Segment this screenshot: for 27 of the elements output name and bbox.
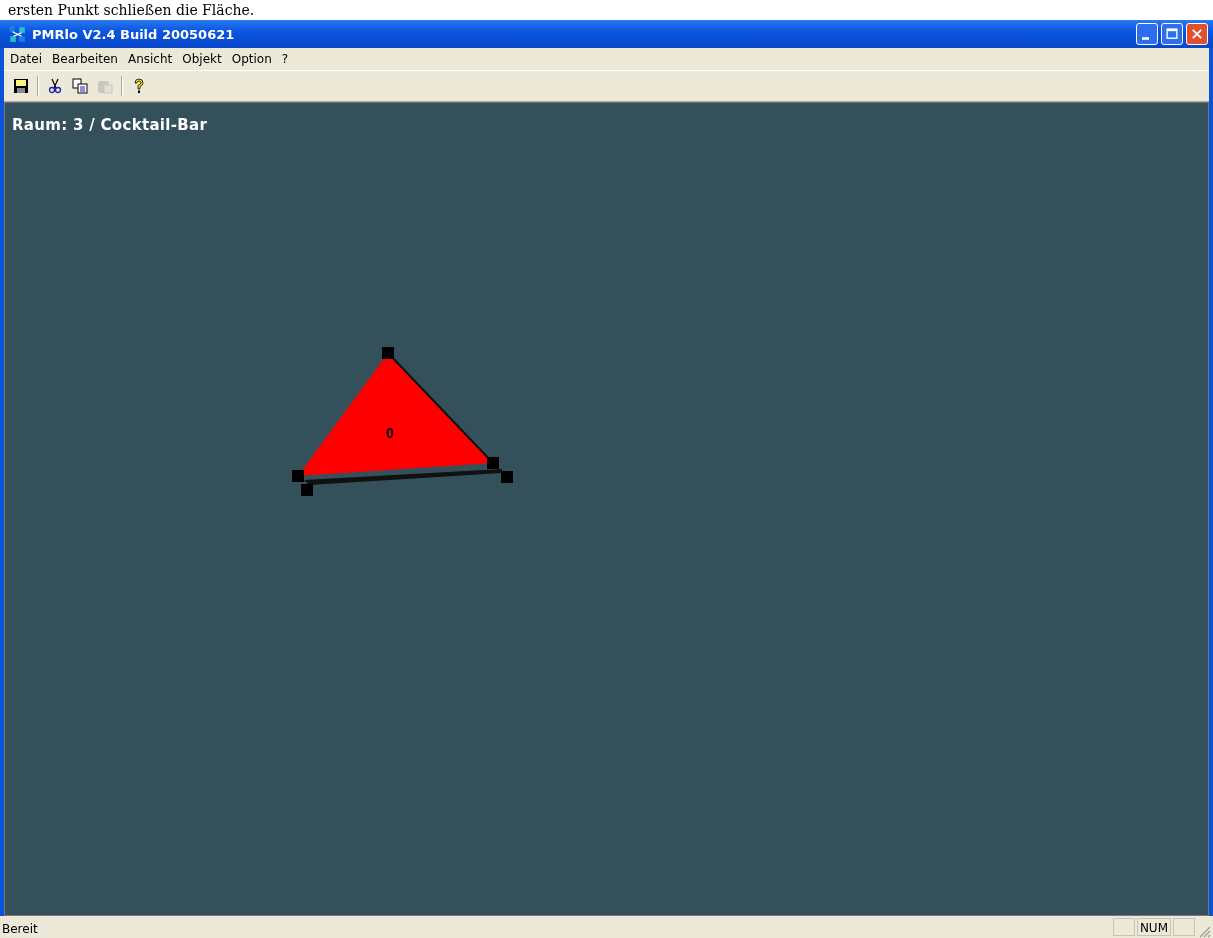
menu-item[interactable]: Objekt — [178, 50, 226, 68]
minimize-button[interactable] — [1136, 23, 1158, 45]
resize-grip-icon — [1197, 924, 1211, 938]
status-panel: NUM — [1136, 918, 1171, 936]
menu-item[interactable]: Datei — [6, 50, 46, 68]
status-text: Bereit — [2, 921, 39, 936]
question-mark-icon — [131, 78, 147, 94]
menu-item[interactable]: Ansicht — [123, 50, 177, 68]
network-icon — [8, 25, 26, 43]
close-icon — [1190, 27, 1204, 41]
minimize-icon — [1141, 36, 1149, 40]
menu-item[interactable]: Option — [227, 50, 276, 68]
status-panel — [1112, 918, 1135, 936]
caption-text: ersten Punkt schließen die Fläche. — [7, 1, 256, 20]
maximize-icon — [1165, 27, 1179, 41]
copy-icon — [72, 78, 88, 94]
menu-item[interactable]: Bearbeiten — [48, 50, 122, 68]
status-panel — [1173, 918, 1195, 936]
maximize-button[interactable] — [1161, 23, 1183, 45]
window-title: PMRlo V2.4 Build 20050621 — [32, 26, 236, 42]
triangle-shape[interactable] — [292, 347, 513, 496]
scissors-icon — [47, 78, 63, 94]
copy-button[interactable] — [69, 75, 91, 97]
close-button[interactable] — [1186, 23, 1208, 45]
menu-item[interactable]: ? — [277, 50, 293, 68]
room-title: Raum: 3 / Cocktail-Bar — [11, 115, 209, 134]
shape-label: 0 — [386, 425, 394, 441]
